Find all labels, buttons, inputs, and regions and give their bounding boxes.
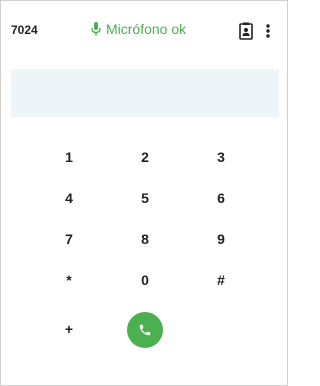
contacts-button[interactable] (237, 20, 255, 42)
extension-number: 7024 (11, 23, 38, 37)
key-1[interactable]: 1 (43, 142, 95, 172)
key-plus[interactable]: + (43, 314, 95, 344)
more-vertical-icon (266, 24, 270, 38)
dialer-header: 7024 Micrófono ok (1, 15, 287, 47)
key-hash[interactable]: # (195, 265, 247, 295)
contact-card-icon (239, 22, 253, 40)
key-8[interactable]: 8 (119, 224, 171, 254)
mic-status-label: Micrófono ok (106, 21, 187, 37)
microphone-icon (91, 22, 101, 36)
key-3[interactable]: 3 (195, 142, 247, 172)
key-7[interactable]: 7 (43, 224, 95, 254)
key-6[interactable]: 6 (195, 183, 247, 213)
phone-icon (139, 324, 151, 336)
call-button[interactable] (127, 312, 163, 348)
key-2[interactable]: 2 (119, 142, 171, 172)
key-star[interactable]: * (43, 265, 95, 295)
number-input[interactable] (11, 69, 279, 117)
mic-status: Micrófono ok (91, 21, 186, 37)
menu-button[interactable] (261, 20, 275, 42)
key-4[interactable]: 4 (43, 183, 95, 213)
key-5[interactable]: 5 (119, 183, 171, 213)
dialer-panel: 7024 Micrófono ok 1 2 3 4 5 6 7 8 9 * 0 … (0, 0, 288, 386)
key-0[interactable]: 0 (119, 265, 171, 295)
key-9[interactable]: 9 (195, 224, 247, 254)
